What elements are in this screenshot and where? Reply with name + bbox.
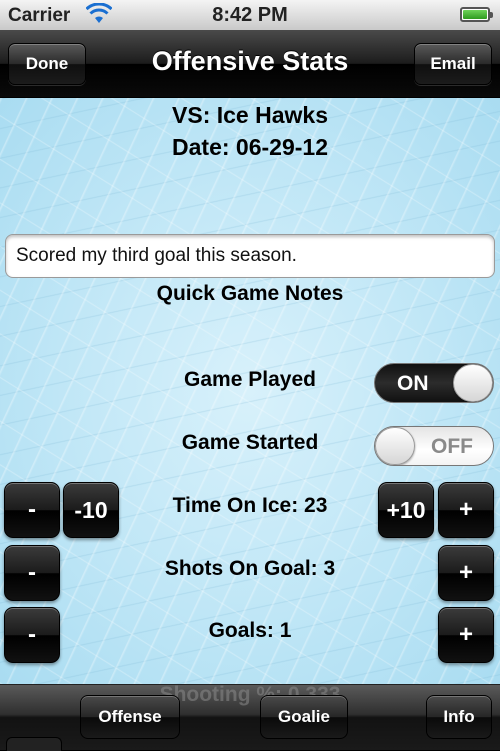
tab-offense[interactable]: Offense [80, 695, 180, 739]
game-played-toggle[interactable]: ON [374, 363, 494, 403]
email-button[interactable]: Email [414, 43, 492, 85]
time-on-ice-minus10-button[interactable]: -10 [63, 482, 119, 538]
time-on-ice-minus-button[interactable]: - [4, 482, 60, 538]
quick-notes-input[interactable]: Scored my third goal this season. [5, 234, 495, 278]
game-started-toggle[interactable]: OFF [374, 426, 494, 466]
toggle-knob [453, 364, 493, 402]
opponent-label: VS: Ice Hawks [172, 102, 328, 128]
shots-on-goal-label: Shots On Goal: 3 [164, 557, 336, 580]
goals-minus-button[interactable]: - [4, 607, 60, 663]
toggle-state: OFF [431, 435, 473, 458]
status-bar: Carrier 8:42 PM [0, 0, 500, 30]
tab-bar: Shooting %: 0.333 Offense Goalie Info [0, 683, 500, 751]
partial-minus-button [6, 737, 62, 751]
shots-on-goal-plus-button[interactable]: + [438, 545, 494, 601]
game-date-label: Date: 06-29-12 [172, 134, 328, 160]
navigation-bar: Done Offensive Stats Email [0, 30, 500, 98]
time-on-ice-plus10-button[interactable]: +10 [378, 482, 434, 538]
time-on-ice-plus-button[interactable]: + [438, 482, 494, 538]
stats-content[interactable]: VS: Ice Hawks Date: 06-29-12 Scored my t… [0, 98, 500, 684]
toggle-state: ON [397, 372, 429, 395]
clock: 8:42 PM [212, 4, 288, 26]
tab-goalie[interactable]: Goalie [260, 695, 348, 739]
goals-plus-button[interactable]: + [438, 607, 494, 663]
quick-notes-label: Quick Game Notes [156, 282, 344, 305]
goals-label: Goals: 1 [208, 619, 292, 642]
shots-on-goal-minus-button[interactable]: - [4, 545, 60, 601]
toggle-knob [375, 427, 415, 465]
game-started-label: Game Started [181, 431, 319, 454]
tab-info[interactable]: Info [426, 695, 492, 739]
shooting-percentage-label: Shooting %: 0.333 [159, 683, 341, 706]
game-played-label: Game Played [184, 368, 316, 391]
battery-icon [460, 7, 493, 22]
time-on-ice-label: Time On Ice: 23 [172, 494, 328, 517]
